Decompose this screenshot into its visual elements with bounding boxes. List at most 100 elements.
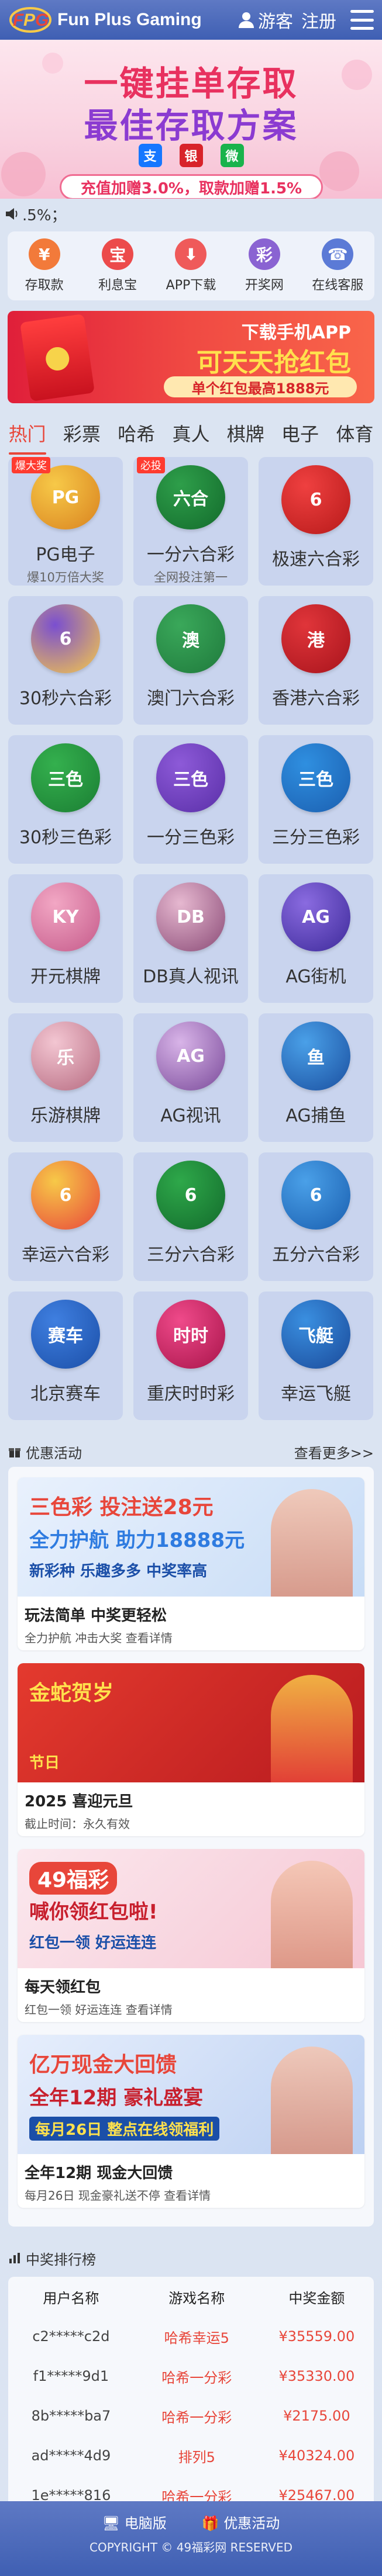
promo-card[interactable]: 三色彩 投注送28元 全力护航 助力18888元 新彩种 乐趣多多 中奖率高 玩法简单… xyxy=(18,1477,364,1650)
game-card[interactable]: PG 爆大奖 PG电子 爆10万倍大奖 xyxy=(8,457,123,586)
game-card[interactable]: 6 五分六合彩 xyxy=(259,1152,373,1281)
quick-nav-label: 存取款 xyxy=(25,278,64,293)
game-icon-glyph: 时时 xyxy=(173,1326,208,1346)
game-icon-glyph: 6 xyxy=(309,489,322,510)
user-icon xyxy=(239,12,254,28)
game-card[interactable]: 澳澳门六合彩 xyxy=(133,596,248,725)
game-card[interactable]: 飞艇 幸运飞艇 xyxy=(259,1292,373,1420)
promo-card[interactable]: 金蛇贺岁 节日 2025 喜迎元旦 截止时间：永久有效 xyxy=(18,1663,364,1836)
footer-promo-link[interactable]: 🎁 优惠活动 xyxy=(202,2512,280,2532)
promo-banner-line-2: 节日 xyxy=(29,1754,60,1772)
game-card[interactable]: DB DB真人视讯 xyxy=(133,874,248,1003)
game-card[interactable]: 6 三分六合彩 xyxy=(133,1152,248,1281)
promo-card[interactable]: 亿万现金大回馈 全年12期 豪礼盛宴 每月26日 整点在线领福利全年12期 现金大回… xyxy=(18,2035,364,2208)
game-name: 极速六合彩 xyxy=(272,549,360,570)
game-card[interactable]: 鱼 AG捕鱼 xyxy=(259,1013,373,1142)
guest-button[interactable]: 游客 xyxy=(238,7,293,33)
interest-icon: 宝 xyxy=(102,238,134,270)
brand-name: Fun Plus Gaming xyxy=(57,10,202,29)
game-icon: PG xyxy=(31,465,100,529)
quick-nav-item[interactable]: ☎ 在线客服 xyxy=(305,238,370,293)
red-packet-banner[interactable]: 下载手机APP 可天天抢红包 单个红包最高1888元 xyxy=(8,311,374,403)
footer: 🖥 电脑版 🎁 优惠活动 COPYRIGHT © 49福彩网 RESERVED xyxy=(0,2501,382,2576)
game-card[interactable]: AG AG视讯 xyxy=(133,1013,248,1142)
ranking-user: 8b*****ba7 xyxy=(31,2408,111,2424)
game-grid: PG 爆大奖 PG电子 爆10万倍大奖 六合 必投 一分六合彩 全网投注第一 6 极速六合彩 6 30… xyxy=(8,457,374,1420)
promotions-list: 三色彩 投注送28元 全力护航 助力18888元 新彩种 乐趣多多 中奖率高 玩法简单… xyxy=(8,1467,374,2227)
ranking-row: c2*****c2d 哈希幸运5 ¥35559.00 xyxy=(8,2317,374,2356)
game-card[interactable]: 三色 30秒三色彩 xyxy=(8,735,123,864)
game-icon-glyph: AG xyxy=(302,906,330,927)
red-packet-line-3: 单个红包最高1888元 xyxy=(164,376,357,397)
tab-0[interactable]: 热门 xyxy=(8,416,46,455)
promo-model-image xyxy=(271,1489,353,1597)
game-icon: 6 xyxy=(281,1161,350,1230)
promo-banner-line-3: 红包一领 好运连连 xyxy=(29,1934,157,1952)
game-card[interactable]: 港香港六合彩 xyxy=(259,596,373,725)
col-amount: 中奖金额 xyxy=(288,2290,345,2307)
quick-nav-item[interactable]: 彩开奖网 xyxy=(232,238,297,293)
game-name: 一分三色彩 xyxy=(147,827,235,848)
game-icon: AG xyxy=(281,882,350,951)
tab-2[interactable]: 哈希 xyxy=(118,416,155,450)
game-icon: 鱼 xyxy=(281,1022,350,1090)
game-icon: AG xyxy=(156,1022,225,1090)
ranking-row: 8b*****ba7 哈希一分彩 ¥2175.00 xyxy=(8,2396,374,2436)
game-card[interactable]: 三色 一分三色彩 xyxy=(133,735,248,864)
promo-card[interactable]: 49福彩 喊你领红包啦! 红包一领 好运连连 每天领红包 红包一领 好运连连 查看详情 xyxy=(18,1849,364,2022)
game-icon: 乐 xyxy=(31,1022,100,1090)
game-icon-glyph: 6 xyxy=(59,628,72,649)
gift-icon xyxy=(9,1448,20,1457)
pc-version-link[interactable]: 🖥 电脑版 xyxy=(102,2512,167,2532)
game-card[interactable]: 三色 三分三色彩 xyxy=(259,735,373,864)
quick-nav-label: APP下载 xyxy=(166,278,216,293)
tab-5[interactable]: 电子 xyxy=(281,416,319,450)
game-icon: 时时 xyxy=(156,1300,225,1369)
red-packet-line-2: 可天天抢红包 xyxy=(197,348,351,378)
promotions-more-link[interactable]: 查看更多>> xyxy=(294,1442,374,1462)
game-icon-glyph: 港 xyxy=(307,631,325,651)
promo-banner: 三色彩 投注送28元 全力护航 助力18888元 新彩种 乐趣多多 中奖率高 xyxy=(18,1477,364,1597)
game-card[interactable]: KY 开元棋牌 xyxy=(8,874,123,1003)
game-card[interactable]: AG AG街机 xyxy=(259,874,373,1003)
register-button[interactable]: 注册 xyxy=(301,7,336,33)
game-subtitle: 爆10万倍大奖 xyxy=(27,570,104,584)
promo-title: 全年12期 现金大回馈 xyxy=(25,2165,173,2182)
promo-description: 每月26日 现金豪礼送不停 查看详情 xyxy=(25,2189,211,2203)
pc-version-label: 电脑版 xyxy=(124,2515,167,2532)
game-name: AG视讯 xyxy=(160,1106,221,1126)
quick-nav-item[interactable]: ¥ 存取款 xyxy=(12,238,77,293)
banner-offer: 充值加赠3.0%，取款加赠1.5% xyxy=(60,174,323,199)
game-icon-glyph: KY xyxy=(52,906,79,927)
notice-marquee[interactable]: .5%； xyxy=(0,199,382,229)
promo-banner: 亿万现金大回馈 全年12期 豪礼盛宴 每月26日 整点在线领福利 xyxy=(18,2035,364,2154)
game-icon: KY xyxy=(31,882,100,951)
game-card[interactable]: 六合 必投 一分六合彩 全网投注第一 xyxy=(133,457,248,586)
ranking-header: 中奖排行榜 xyxy=(8,2244,374,2272)
svg-text:G: G xyxy=(35,11,49,30)
game-card[interactable]: 赛车 北京赛车 xyxy=(8,1292,123,1420)
game-card[interactable]: 6 极速六合彩 xyxy=(259,457,373,586)
top-header: F P G Fun Plus Gaming 游客 注册 xyxy=(0,0,382,40)
tab-1[interactable]: 彩票 xyxy=(63,416,101,450)
game-card[interactable]: 6 幸运六合彩 xyxy=(8,1152,123,1281)
game-icon: 6 xyxy=(31,1161,100,1230)
ranking-amount: ¥35559.00 xyxy=(278,2328,355,2345)
game-icon-glyph: 三色 xyxy=(48,770,83,790)
quick-nav-item[interactable]: 宝利息宝 xyxy=(85,238,150,293)
game-name: 北京赛车 xyxy=(30,1384,101,1404)
tab-6[interactable]: 体育 xyxy=(336,416,373,450)
game-name: 重庆时时彩 xyxy=(147,1384,235,1404)
game-name: AG街机 xyxy=(285,967,346,987)
game-card[interactable]: 6 30秒六合彩 xyxy=(8,596,123,725)
game-card[interactable]: 时时 重庆时时彩 xyxy=(133,1292,248,1420)
tab-4[interactable]: 棋牌 xyxy=(227,416,264,450)
brand-logo[interactable]: F P G Fun Plus Gaming xyxy=(8,5,202,34)
game-card[interactable]: 乐乐游棋牌 xyxy=(8,1013,123,1142)
menu-icon[interactable] xyxy=(350,10,374,30)
page: { "header": { "brand": "Fun Plus Gaming"… xyxy=(0,0,382,2576)
tab-3[interactable]: 真人 xyxy=(172,416,209,450)
quick-nav-item[interactable]: ⬇ APP下载 xyxy=(159,238,223,293)
promotions-header: 优惠活动 查看更多>> xyxy=(8,1438,374,1466)
hero-banner[interactable]: 一键挂单存取 最佳存取方案 支银微 充值加赠3.0%，取款加赠1.5% xyxy=(0,40,382,199)
